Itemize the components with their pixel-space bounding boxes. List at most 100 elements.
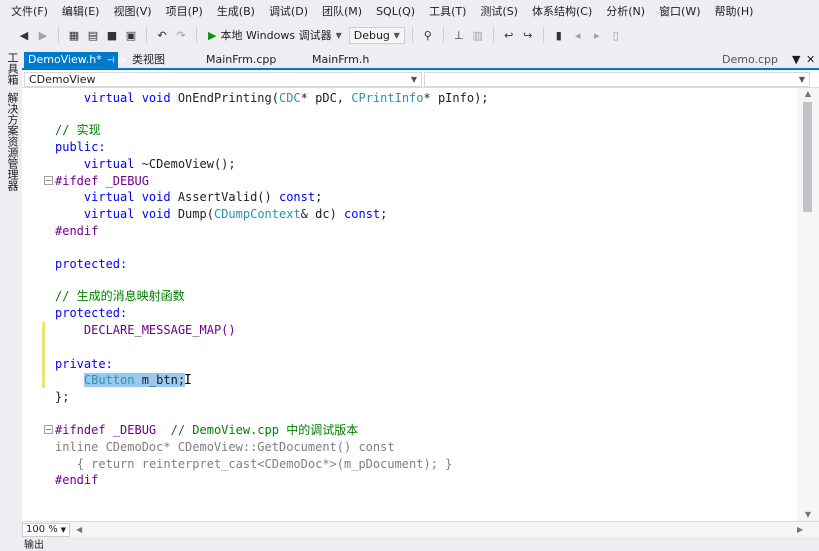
scroll-left-icon[interactable]: ◀: [76, 523, 82, 537]
chevron-down-icon: ▼: [798, 75, 805, 84]
code-line: #ifdef _DEBUG: [55, 174, 149, 188]
code-line: { return reinterpret_cast<CDemoDoc*>(m_p…: [76, 457, 453, 471]
code-line: DECLARE_MESSAGE_MAP(): [83, 323, 236, 337]
undo-icon[interactable]: ↶: [154, 27, 170, 43]
menu-team[interactable]: 团队(M): [315, 0, 369, 24]
menu-window[interactable]: 窗口(W): [652, 0, 707, 24]
fold-toggle[interactable]: −: [44, 176, 53, 185]
close-icon[interactable]: ✕: [120, 56, 128, 66]
menu-view[interactable]: 视图(V): [106, 0, 158, 24]
zoom-select[interactable]: 100 % ▼: [22, 523, 70, 537]
scroll-down-icon[interactable]: ▼: [797, 509, 819, 521]
code-line: inline CDemoDoc* CDemoView::GetDocument(…: [55, 440, 395, 454]
toolbar-separator: [58, 27, 59, 43]
tab-demo-cpp[interactable]: Demo.cpp: [718, 52, 782, 68]
code-line: virtual ~CDemoView();: [83, 157, 236, 171]
find-icon[interactable]: ⚲: [420, 27, 436, 43]
scroll-right-icon[interactable]: ▶: [797, 523, 803, 537]
scroll-up-icon[interactable]: ▲: [797, 88, 819, 100]
tab-demoview-h[interactable]: DemoView.h* ⊣ ✕: [24, 52, 127, 68]
comment-icon[interactable]: ↩: [501, 27, 517, 43]
tab-label: DemoView.h*: [28, 53, 102, 66]
fold-toggle[interactable]: −: [44, 425, 53, 434]
code-line: protected:: [55, 306, 128, 320]
scroll-thumb[interactable]: [803, 102, 812, 212]
config-select[interactable]: Debug ▼: [348, 26, 405, 44]
class-combo-value: CDemoView: [29, 73, 96, 86]
toolbar-separator: [146, 27, 147, 43]
menu-project[interactable]: 项目(P): [159, 0, 210, 24]
output-tab[interactable]: 输出: [24, 540, 44, 551]
tab-mainfrm-cpp[interactable]: MainFrm.cpp: [202, 52, 280, 68]
vertical-scrollbar[interactable]: ▲ ▼: [797, 88, 819, 521]
code-line: virtual void AssertValid() const;: [83, 190, 323, 204]
prev-bookmark-icon[interactable]: ◂: [570, 27, 586, 43]
solution-explorer-tab[interactable]: 解决方案资源管理器: [4, 92, 19, 191]
clear-bookmark-icon[interactable]: ▯: [608, 27, 624, 43]
member-combo[interactable]: ▼: [424, 72, 810, 87]
toolbox-tab[interactable]: 工具箱: [4, 52, 19, 85]
tab-label: Demo.cpp: [722, 53, 778, 66]
code-line: // 实现: [55, 123, 101, 137]
code-line: #endif: [55, 224, 99, 238]
menu-debug[interactable]: 调试(D): [262, 0, 315, 24]
menu-sql[interactable]: SQL(Q): [369, 0, 422, 24]
pin-all-icon[interactable]: ✕: [802, 52, 819, 68]
menu-test[interactable]: 测试(S): [473, 0, 525, 24]
toolbar-separator: [542, 27, 544, 43]
code-line: };: [55, 390, 70, 404]
code-line: private:: [55, 357, 113, 371]
document-tab-strip: DemoView.h* ⊣ ✕ 类视图 MainFrm.cpp MainFrm.h …: [22, 52, 819, 70]
menu-bar: 文件(F) 编辑(E) 视图(V) 项目(P) 生成(B) 调试(D) 团队(M…: [0, 0, 819, 24]
menu-help[interactable]: 帮助(H): [708, 0, 761, 24]
pin-icon[interactable]: ⊣: [107, 56, 115, 66]
redo-icon[interactable]: ↷: [173, 27, 189, 43]
align-icon[interactable]: ⊥: [451, 27, 467, 43]
bookmark-icon[interactable]: ▮: [551, 27, 567, 43]
play-icon: ▶: [208, 28, 217, 42]
code-line: virtual void Dump(CDumpContext& dc) cons…: [83, 207, 388, 221]
change-marker: [42, 322, 45, 388]
uncomment-icon[interactable]: ↪: [520, 27, 536, 43]
menu-build[interactable]: 生成(B): [210, 0, 262, 24]
next-bookmark-icon[interactable]: ▸: [589, 27, 605, 43]
code-line: public:: [55, 140, 106, 154]
toolbar-separator: [196, 27, 197, 43]
tab-class-view[interactable]: 类视图: [128, 52, 169, 68]
new-project-icon[interactable]: ▦: [66, 27, 82, 43]
standard-toolbar: ◀ ▶ ▦ ▤ ■ ▣ ↶ ↷ ▶ 本地 Windows 调试器 ▼ Debug…: [0, 24, 819, 46]
start-debugging-button[interactable]: ▶ 本地 Windows 调试器 ▼: [204, 26, 346, 44]
menu-edit[interactable]: 编辑(E): [55, 0, 107, 24]
chevron-down-icon: ▼: [335, 30, 342, 40]
back-icon[interactable]: ◀: [16, 27, 32, 43]
toolbar-separator: [442, 27, 444, 43]
code-line: #endif: [55, 473, 99, 487]
navigation-bar: CDemoView ▼ ▼: [22, 71, 819, 88]
menu-file[interactable]: 文件(F): [4, 0, 55, 24]
editor-bottom-bar: 100 % ▼ ◀ ▶: [22, 521, 819, 537]
save-all-icon[interactable]: ▣: [123, 27, 139, 43]
output-panel-bar: 输出: [0, 539, 819, 551]
left-tool-strip: 工具箱 解决方案资源管理器: [0, 46, 22, 539]
code-line: // 生成的消息映射函数: [55, 289, 185, 303]
code-line: CButton m_btn;: [83, 373, 186, 387]
tab-mainfrm-h[interactable]: MainFrm.h: [308, 52, 373, 68]
code-editor[interactable]: virtual void OnEndPrinting(CDC* pDC, CPr…: [22, 88, 797, 521]
toolbar-separator: [492, 27, 494, 43]
class-combo[interactable]: CDemoView ▼: [24, 72, 422, 87]
zoom-value: 100 %: [26, 524, 58, 535]
layout-icon[interactable]: ▥: [470, 27, 486, 43]
forward-icon[interactable]: ▶: [35, 27, 51, 43]
open-file-icon[interactable]: ▤: [85, 27, 101, 43]
menu-architecture[interactable]: 体系结构(C): [525, 0, 599, 24]
chevron-down-icon: ▼: [60, 526, 66, 534]
chevron-down-icon: ▼: [410, 75, 417, 84]
menu-tools[interactable]: 工具(T): [422, 0, 473, 24]
code-line: #ifndef _DEBUG // DemoView.cpp 中的调试版本: [55, 423, 359, 437]
save-icon[interactable]: ■: [104, 27, 120, 43]
config-value: Debug: [353, 28, 390, 42]
menu-analyze[interactable]: 分析(N): [599, 0, 652, 24]
chevron-down-icon: ▼: [393, 30, 400, 40]
toolbar-separator: [411, 27, 413, 43]
code-line: protected:: [55, 257, 128, 271]
